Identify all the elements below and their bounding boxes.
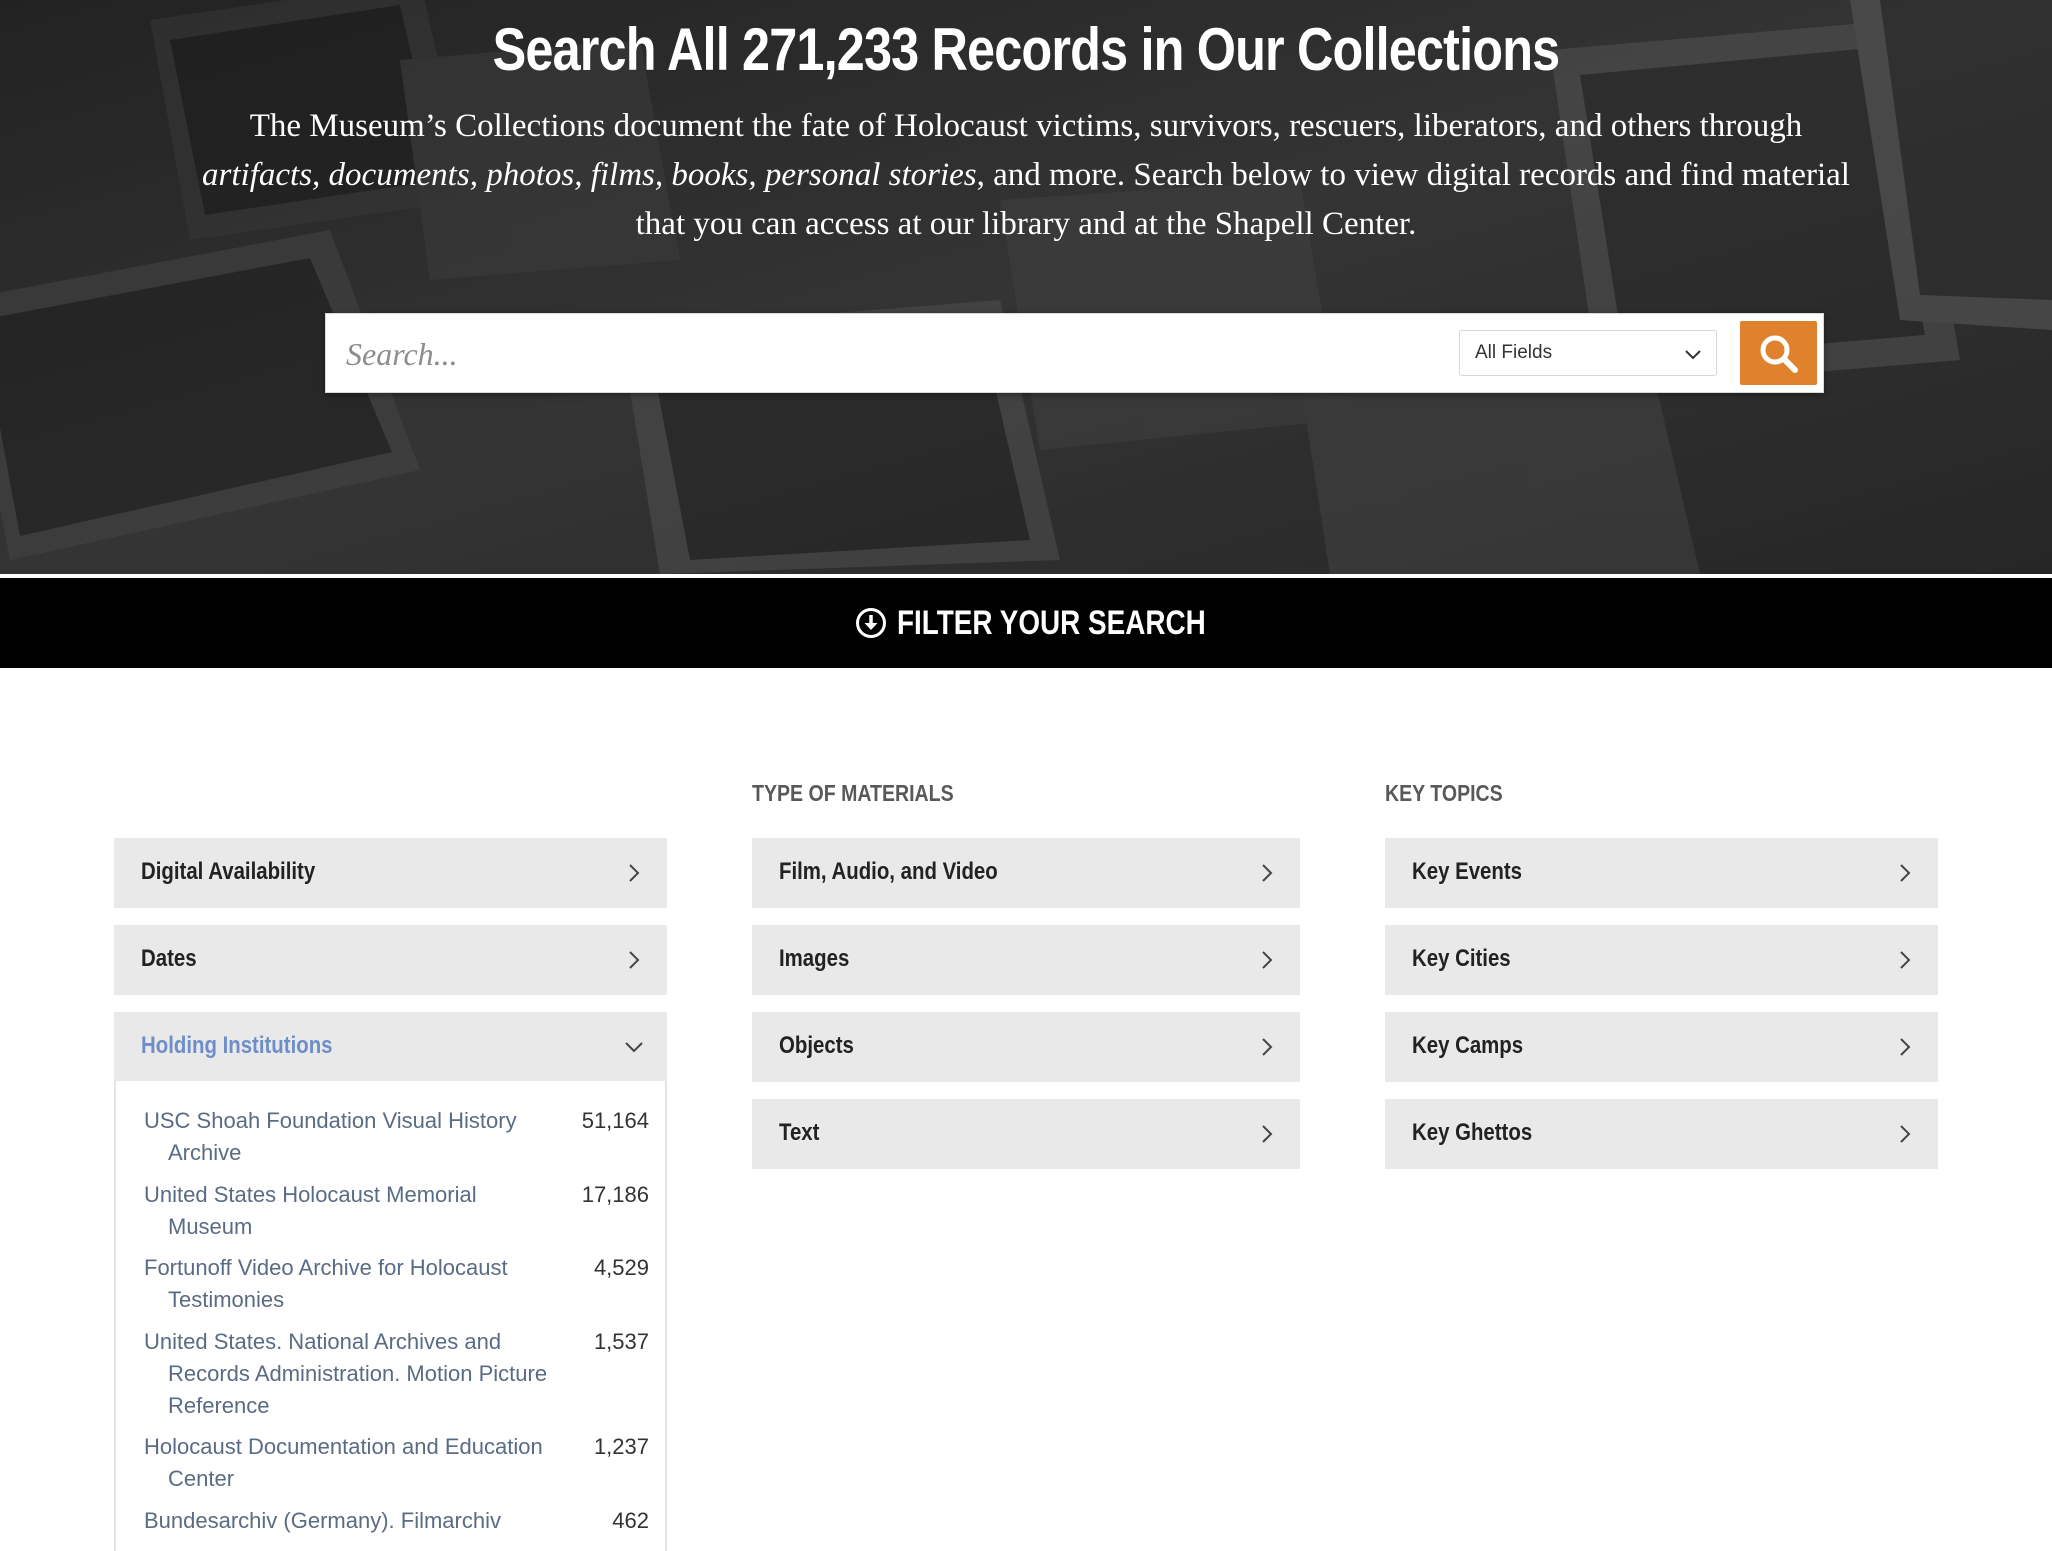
holding-institutions-list: USC Shoah Foundation Visual History Arch…	[114, 1081, 667, 1551]
chevron-right-icon	[1262, 1125, 1273, 1143]
facet-label: Key Ghettos	[1412, 1119, 1533, 1146]
description-italic-materials: artifacts, documents, photos, films, boo…	[202, 157, 977, 193]
facet-dates[interactable]: Dates	[114, 925, 667, 995]
list-item[interactable]: Holocaust Documentation and Education Ce…	[144, 1431, 649, 1495]
facet-digital-availability[interactable]: Digital Availability	[114, 838, 667, 908]
facet-label: Key Events	[1412, 858, 1522, 885]
description-line-2: , and more. Search below to view digital…	[976, 157, 1850, 193]
facet-film-audio-video[interactable]: Film, Audio, and Video	[752, 838, 1300, 908]
institution-count: 51,164	[581, 1108, 649, 1133]
facet-holding-institutions[interactable]: Holding Institutions	[114, 1012, 667, 1082]
facet-key-camps[interactable]: Key Camps	[1385, 1012, 1938, 1082]
search-bar: All Fields	[325, 313, 1824, 393]
facet-images[interactable]: Images	[752, 925, 1300, 995]
facet-label: Text	[779, 1119, 820, 1146]
chevron-right-icon	[1900, 951, 1911, 969]
institution-name: Holocaust Documentation and Education Ce…	[144, 1434, 543, 1491]
facet-key-ghettos[interactable]: Key Ghettos	[1385, 1099, 1938, 1169]
facet-label: Objects	[779, 1032, 854, 1059]
chevron-right-icon	[1262, 864, 1273, 882]
institution-name: United States Holocaust Memorial Museum	[144, 1182, 477, 1239]
description-line-3: that you can access at our library and a…	[635, 206, 1417, 242]
search-input[interactable]	[344, 326, 1448, 382]
arrow-down-circle-icon	[856, 608, 886, 638]
institution-name: USC Shoah Foundation Visual History Arch…	[144, 1108, 517, 1165]
facet-objects[interactable]: Objects	[752, 1012, 1300, 1082]
chevron-down-icon	[625, 1042, 643, 1053]
facet-key-events[interactable]: Key Events	[1385, 838, 1938, 908]
list-item[interactable]: Bundesarchiv (Germany). Filmarchiv 462	[144, 1505, 649, 1537]
institution-count: 462	[612, 1508, 649, 1533]
hero-description: The Museum’s Collections document the fa…	[180, 102, 1872, 249]
institution-count: 4,529	[593, 1255, 649, 1280]
chevron-right-icon	[1262, 1038, 1273, 1056]
chevron-right-icon	[1900, 1038, 1911, 1056]
search-button[interactable]	[1740, 321, 1817, 385]
institution-count: 1,537	[593, 1329, 649, 1354]
facet-label: Film, Audio, and Video	[779, 858, 998, 885]
facet-text[interactable]: Text	[752, 1099, 1300, 1169]
hero-banner: Search All 271,233 Records in Our Collec…	[0, 0, 2052, 574]
facet-label: Dates	[141, 945, 197, 972]
search-field-selected-value: All Fields	[1475, 342, 1553, 363]
search-field-select[interactable]: All Fields	[1459, 330, 1717, 376]
list-item[interactable]: United States Holocaust Memorial Museum …	[144, 1179, 649, 1243]
facet-label: Holding Institutions	[141, 1032, 333, 1059]
institution-name: Fortunoff Video Archive for Holocaust Te…	[144, 1255, 508, 1312]
institution-count: 17,186	[581, 1182, 649, 1207]
chevron-right-icon	[1262, 951, 1273, 969]
filter-your-search-bar[interactable]: FILTER YOUR SEARCH	[0, 576, 2052, 668]
list-item[interactable]: Fortunoff Video Archive for Holocaust Te…	[144, 1252, 649, 1316]
facet-label: Key Camps	[1412, 1032, 1524, 1059]
chevron-right-icon	[1900, 1125, 1911, 1143]
description-line-1: The Museum’s Collections document the fa…	[249, 108, 1803, 144]
facet-label: Key Cities	[1412, 945, 1511, 972]
institution-name: United States. National Archives and Rec…	[144, 1329, 548, 1418]
chevron-down-icon	[1685, 350, 1701, 360]
page-title: Search All 271,233 Records in Our Collec…	[492, 16, 1561, 83]
facet-key-cities[interactable]: Key Cities	[1385, 925, 1938, 995]
chevron-right-icon	[1900, 864, 1911, 882]
filter-your-search-label: FILTER YOUR SEARCH	[897, 603, 1206, 642]
institution-count: 1,237	[593, 1434, 649, 1459]
search-icon	[1760, 335, 1798, 373]
chevron-right-icon	[629, 864, 640, 882]
chevron-right-icon	[629, 951, 640, 969]
list-item[interactable]: USC Shoah Foundation Visual History Arch…	[144, 1105, 649, 1169]
institution-name: Bundesarchiv (Germany). Filmarchiv	[144, 1508, 501, 1533]
type-of-materials-heading: TYPE OF MATERIALS	[752, 780, 954, 806]
facet-label: Images	[779, 945, 850, 972]
list-item[interactable]: United States. National Archives and Rec…	[144, 1326, 649, 1422]
key-topics-heading: KEY TOPICS	[1385, 780, 1503, 806]
facet-label: Digital Availability	[141, 858, 316, 885]
